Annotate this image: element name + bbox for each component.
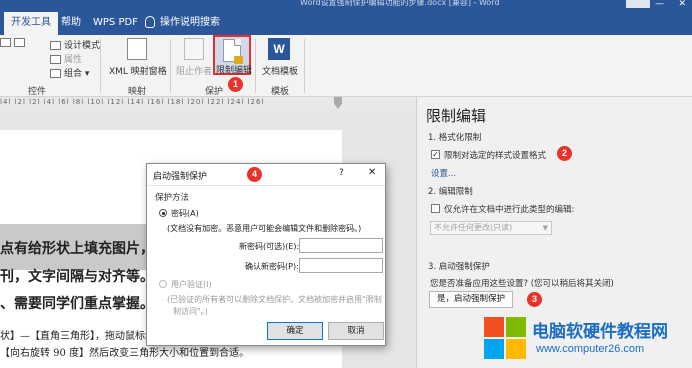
ruler-ticks: l4l l2l l2l l4l l6l l8l l10l l12l l14l l…	[0, 98, 265, 106]
window-title: Word设置强制保护编辑功能的步骤.docx [兼容] - Word	[300, 0, 500, 7]
group-label-protect: 保护	[205, 87, 224, 97]
user-auth-description-1: (已验证的所有者可以删除文档保护。文档被加密并启用"限制	[167, 295, 382, 304]
annotation-marker-2: 2	[557, 146, 572, 161]
new-password-label: 新密码(可选)(E):	[239, 242, 300, 251]
editing-restrictions-heading: 2. 编辑限制	[428, 187, 473, 197]
document-line-5: 【向右旋转 90 度】然后改变三角形大小和位置到合适。	[0, 348, 250, 359]
search-tab-label: 操作说明搜索	[160, 17, 220, 28]
ribbon: 设计模式 属性 组合 ▾ 控件 XML 映射窗格 映射 阻止作者 限制编辑 保护…	[0, 35, 692, 97]
indent-marker-icon[interactable]	[334, 97, 342, 109]
group-separator	[170, 39, 171, 93]
help-icon[interactable]: ?	[339, 168, 344, 178]
user-auth-description-2: 制访问"。)	[173, 307, 208, 316]
annotation-marker-1: 1	[228, 77, 243, 92]
password-radio[interactable]	[159, 209, 167, 217]
group-separator	[255, 39, 256, 93]
document-line-4: 状】—【直角三角形】，拖动鼠标绘	[0, 331, 155, 342]
editing-restriction-label[interactable]: 仅允许在文档中进行此类型的编辑:	[444, 203, 574, 215]
group-button[interactable]: 组合 ▾	[50, 66, 89, 79]
ribbon-tab-bar: 开发工具 帮助 WPS PDF 操作说明搜索	[0, 9, 692, 35]
properties-button[interactable]: 属性	[50, 52, 82, 65]
group-label-templates: 模板	[271, 87, 290, 97]
cancel-button[interactable]: 取消	[328, 322, 384, 340]
document-line-3: 、需要同学们重点掌握。	[0, 296, 154, 312]
restrict-editing-button[interactable]: 限制编辑	[213, 35, 253, 76]
confirm-password-label: 确认新密码(P):	[245, 262, 299, 271]
tab-help[interactable]: 帮助	[54, 12, 88, 35]
start-enforcing-protection-dialog: 启动强制保护 4 ? ✕ 保护方法 密码(A) (文档没有加密。恶意用户可能会编…	[146, 163, 386, 346]
site-watermark: 电脑软硬件教程网 www.computer26.com	[484, 315, 692, 368]
group-separator	[304, 39, 305, 93]
minimize-icon[interactable]: —	[655, 0, 664, 9]
xml-mapping-pane-button[interactable]: XML 映射窗格	[109, 64, 167, 77]
settings-link[interactable]: 设置...	[431, 167, 456, 179]
editing-type-select[interactable]: 不允许任何更改(只读) ▼	[430, 221, 552, 235]
xml-mapping-icon	[127, 38, 147, 60]
ok-button[interactable]: 确定	[267, 322, 323, 340]
tab-developer[interactable]: 开发工具	[4, 12, 58, 35]
properties-icon	[50, 55, 61, 64]
login-button[interactable]	[626, 0, 650, 8]
dialog-close-icon[interactable]: ✕	[368, 167, 376, 178]
tab-wps-pdf[interactable]: WPS PDF	[86, 12, 145, 35]
horizontal-ruler[interactable]: l4l l2l l2l l4l l6l l8l l10l l12l l14l l…	[0, 97, 416, 111]
watermark-url: www.computer26.com	[536, 343, 645, 355]
format-restrictions-heading: 1. 格式化限制	[428, 133, 482, 143]
password-description: (文档没有加密。恶意用户可能会编辑文件和删除密码。)	[167, 224, 362, 233]
new-password-input[interactable]	[299, 238, 383, 253]
document-line-1: 点有给形状上填充图片，自	[0, 241, 168, 257]
chevron-down-icon: ▼	[542, 224, 548, 232]
control-icons-row[interactable]	[0, 38, 28, 48]
watermark-title: 电脑软硬件教程网	[532, 322, 668, 342]
pane-title: 限制编辑	[426, 107, 487, 125]
editing-restriction-checkbox[interactable]	[431, 204, 440, 213]
title-divider	[147, 185, 385, 186]
format-restriction-checkbox[interactable]: ✓	[431, 150, 440, 159]
enforcement-prompt: 您是否准备应用这些设置? (您可以稍后将其关闭)	[430, 279, 614, 289]
confirm-password-input[interactable]	[299, 258, 383, 273]
protection-method-label: 保护方法	[155, 193, 190, 203]
group-label-controls: 控件	[28, 87, 47, 97]
group-label-mapping: 映射	[128, 87, 147, 97]
close-window-icon[interactable]: ✕	[678, 0, 686, 9]
group-separator	[100, 39, 101, 93]
block-authors-icon	[184, 38, 204, 60]
annotation-marker-3: 3	[527, 292, 542, 307]
user-auth-option-label[interactable]: 用户验证(I)	[171, 279, 212, 290]
dialog-title: 启动强制保护	[153, 172, 208, 182]
user-auth-radio[interactable]	[159, 280, 167, 288]
windows-logo-icon	[484, 317, 526, 359]
block-authors-button[interactable]: 阻止作者	[176, 64, 212, 77]
document-template-button[interactable]: 文档模板	[262, 64, 298, 77]
start-enforcing-button[interactable]: 是，启动强制保护	[429, 291, 513, 308]
document-lock-icon	[223, 39, 243, 64]
design-mode-button[interactable]: 设计模式	[50, 38, 100, 51]
password-option-label[interactable]: 密码(A)	[171, 208, 199, 219]
word-template-icon: W	[268, 38, 290, 60]
restrict-editing-label: 限制编辑	[216, 66, 253, 76]
ruler-triangle-icon	[50, 41, 61, 50]
combo-control-icon	[14, 38, 25, 47]
start-enforcement-heading: 3. 启动强制保护	[428, 262, 490, 272]
tab-search[interactable]: 操作说明搜索	[138, 12, 227, 35]
title-bar: Word设置强制保护编辑功能的步骤.docx [兼容] - Word — ✕	[0, 0, 692, 9]
format-restriction-label[interactable]: 限制对选定的样式设置格式	[444, 149, 546, 161]
group-icon	[50, 69, 61, 78]
annotation-marker-4: 4	[247, 167, 262, 182]
lightbulb-icon	[145, 16, 155, 28]
checkbox-control-icon	[0, 38, 11, 47]
